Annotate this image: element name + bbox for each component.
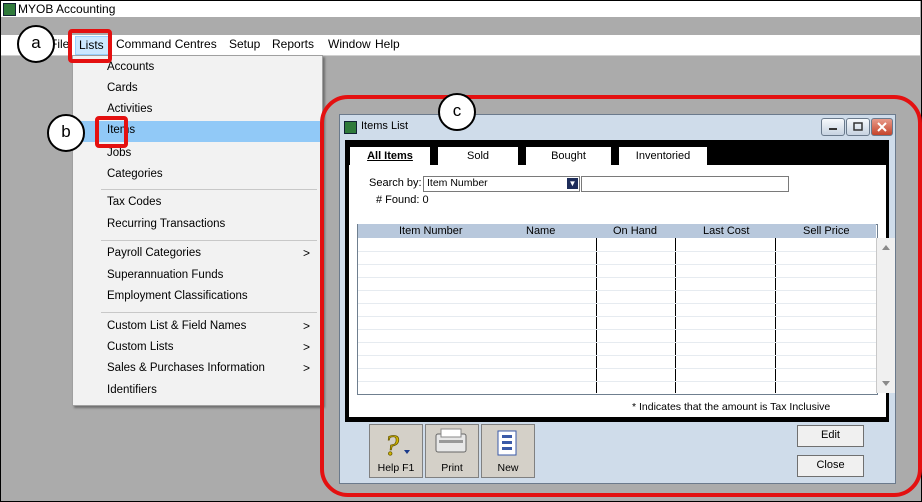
menu-separator	[101, 240, 317, 241]
callout-highlight-lists	[68, 29, 112, 63]
app-titlebar	[1, 1, 920, 17]
menu-item-label: Identifiers	[107, 384, 157, 396]
menu-separator	[101, 312, 317, 313]
app-title: MYOB Accounting	[18, 2, 116, 16]
menubar: File Command Centres Setup Reports Windo…	[1, 35, 920, 56]
menu-item-cards[interactable]: Cards	[73, 79, 320, 100]
menu-item-label: Recurring Transactions	[107, 218, 226, 230]
callout-label: a	[31, 33, 41, 52]
submenu-arrow-icon: >	[303, 319, 311, 333]
callout-label: b	[61, 122, 71, 141]
menu-item-payroll-categories[interactable]: Payroll Categories >	[73, 244, 320, 265]
menu-item-custom-lists[interactable]: Custom Lists >	[73, 338, 320, 359]
menu-help[interactable]: Help	[375, 37, 400, 51]
menu-item-recurring-transactions[interactable]: Recurring Transactions	[73, 215, 320, 236]
menu-item-categories[interactable]: Categories	[73, 165, 320, 186]
menu-window[interactable]: Window	[328, 37, 371, 51]
menu-item-superannuation-funds[interactable]: Superannuation Funds	[73, 266, 320, 287]
menu-item-label: Employment Classifications	[107, 290, 248, 302]
callout-a: a	[17, 25, 55, 63]
menu-item-label: Tax Codes	[107, 196, 162, 208]
menu-item-label: Payroll Categories	[107, 247, 201, 259]
callout-b: b	[47, 114, 85, 152]
menu-item-label: Categories	[107, 168, 163, 180]
submenu-arrow-icon: >	[303, 361, 311, 375]
menu-item-label: Custom Lists	[107, 341, 174, 353]
submenu-arrow-icon: >	[303, 340, 311, 354]
callout-label: c	[452, 101, 462, 120]
menu-command-centres[interactable]: Command Centres	[116, 37, 217, 51]
submenu-arrow-icon: >	[303, 246, 311, 260]
menu-reports[interactable]: Reports	[272, 37, 314, 51]
menu-item-label: Activities	[107, 103, 153, 115]
menu-item-label: Superannuation Funds	[107, 269, 224, 281]
lists-dropdown-menu: Accounts Cards Activities Items Jobs Cat…	[72, 55, 323, 406]
menu-item-label: Jobs	[107, 147, 132, 159]
menu-item-label: Accounts	[107, 61, 155, 73]
menu-item-label: Custom List & Field Names	[107, 320, 247, 332]
app-icon	[3, 3, 16, 16]
menu-item-tax-codes[interactable]: Tax Codes	[73, 193, 320, 214]
menu-item-custom-list-field-names[interactable]: Custom List & Field Names >	[73, 317, 320, 338]
menu-item-employment-classifications[interactable]: Employment Classifications	[73, 287, 320, 308]
menu-item-label: Cards	[107, 82, 138, 94]
callout-c: c	[438, 93, 476, 131]
menu-item-label: Sales & Purchases Information	[107, 362, 265, 374]
menu-item-identifiers[interactable]: Identifiers	[73, 381, 320, 402]
menu-item-sales-purchases-information[interactable]: Sales & Purchases Information >	[73, 359, 320, 380]
menu-separator	[101, 189, 317, 190]
callout-highlight-items-window	[320, 95, 922, 497]
callout-highlight-items	[95, 116, 128, 148]
menu-setup[interactable]: Setup	[229, 37, 260, 51]
